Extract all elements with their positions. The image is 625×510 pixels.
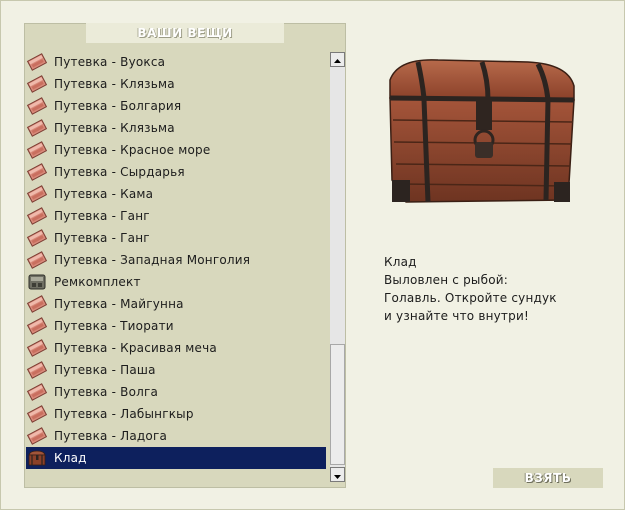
voucher-icon xyxy=(26,339,48,357)
list-item[interactable]: Путевка - Кама xyxy=(24,183,328,205)
treasure-chest-icon xyxy=(389,59,575,203)
list-item-label: Путевка - Волга xyxy=(54,385,159,399)
list-item-label: Путевка - Красивая меча xyxy=(54,341,217,355)
list-item-label: Путевка - Клязьма xyxy=(54,121,175,135)
scroll-up-button[interactable] xyxy=(330,52,345,67)
list-item[interactable]: Путевка - Ладога xyxy=(24,425,328,447)
list-item[interactable]: Путевка - Западная Монголия xyxy=(24,249,328,271)
list-item[interactable]: Путевка - Клязьма xyxy=(24,117,328,139)
list-item-label: Путевка - Болгария xyxy=(54,99,182,113)
list-item-label: Путевка - Паша xyxy=(54,363,156,377)
list-item[interactable]: Путевка - Болгария xyxy=(24,95,328,117)
list-item-label: Путевка - Западная Монголия xyxy=(54,253,251,267)
voucher-icon xyxy=(26,317,48,335)
voucher-icon xyxy=(26,427,48,445)
list-item-label: Путевка - Ганг xyxy=(54,231,150,245)
take-button[interactable]: ВЗЯТЬ xyxy=(493,468,603,488)
list-item[interactable]: Путевка - Красивая меча xyxy=(24,337,328,359)
voucher-icon xyxy=(26,207,48,225)
arrow-down-icon xyxy=(334,475,341,479)
list-item-label: Путевка - Вуокса xyxy=(54,55,166,69)
repair-kit-icon xyxy=(28,274,46,290)
list-item-label: Путевка - Лабынгкыр xyxy=(54,407,194,421)
voucher-icon xyxy=(26,97,48,115)
list-item[interactable]: Путевка - Волга xyxy=(24,381,328,403)
item-name: Клад xyxy=(384,255,417,269)
voucher-icon xyxy=(26,119,48,137)
list-item[interactable]: Путевка - Тиорати xyxy=(24,315,328,337)
voucher-icon xyxy=(26,75,48,93)
list-item[interactable]: Путевка - Вуокса xyxy=(24,51,328,73)
voucher-icon xyxy=(26,141,48,159)
scroll-down-button[interactable] xyxy=(330,467,345,482)
item-list: Путевка - Вуокса Путевка - Клязьма Путевка… xyxy=(24,51,328,471)
voucher-icon xyxy=(26,185,48,203)
list-scrollbar[interactable] xyxy=(330,52,345,482)
list-item[interactable]: Путевка - Лабынгкыр xyxy=(24,403,328,425)
voucher-icon xyxy=(26,163,48,181)
list-item[interactable]: Путевка - Клязьма xyxy=(24,73,328,95)
panel-title: ВАШИ ВЕЩИ xyxy=(86,23,284,43)
chest-icon xyxy=(28,450,46,466)
item-description-line: Голавль. Откройте сундук xyxy=(384,291,557,305)
list-item-label: Путевка - Майгунна xyxy=(54,297,184,311)
item-description-line: и узнайте что внутри! xyxy=(384,309,529,323)
list-item-label: Путевка - Клязьма xyxy=(54,77,175,91)
list-item-label: Путевка - Ганг xyxy=(54,209,150,223)
list-item-label: Путевка - Тиорати xyxy=(54,319,174,333)
scroll-thumb[interactable] xyxy=(330,344,345,465)
voucher-icon xyxy=(26,361,48,379)
item-description: Клад Выловлен с рыбой: Голавль. Откройте… xyxy=(384,253,604,325)
list-item[interactable]: Путевка - Ганг xyxy=(24,205,328,227)
list-item-label: Путевка - Сырдарья xyxy=(54,165,185,179)
voucher-icon xyxy=(26,229,48,247)
list-item-label: Путевка - Ладога xyxy=(54,429,168,443)
list-item-label: Путевка - Кама xyxy=(54,187,154,201)
arrow-up-icon xyxy=(334,59,341,63)
voucher-icon xyxy=(26,53,48,71)
voucher-icon xyxy=(26,295,48,313)
list-item[interactable]: Клад xyxy=(26,447,326,469)
list-item-label: Ремкомплект xyxy=(54,275,141,289)
item-description-line: Выловлен с рыбой: xyxy=(384,273,508,287)
list-item[interactable]: Путевка - Майгунна xyxy=(24,293,328,315)
list-item[interactable]: Путевка - Красное море xyxy=(24,139,328,161)
list-item-label: Путевка - Красное море xyxy=(54,143,211,157)
voucher-icon xyxy=(26,251,48,269)
list-item[interactable]: Путевка - Паша xyxy=(24,359,328,381)
list-item[interactable]: Путевка - Ганг xyxy=(24,227,328,249)
list-item[interactable]: Ремкомплект xyxy=(24,271,328,293)
list-item-label: Клад xyxy=(54,451,87,465)
list-item[interactable]: Путевка - Сырдарья xyxy=(24,161,328,183)
voucher-icon xyxy=(26,383,48,401)
voucher-icon xyxy=(26,405,48,423)
